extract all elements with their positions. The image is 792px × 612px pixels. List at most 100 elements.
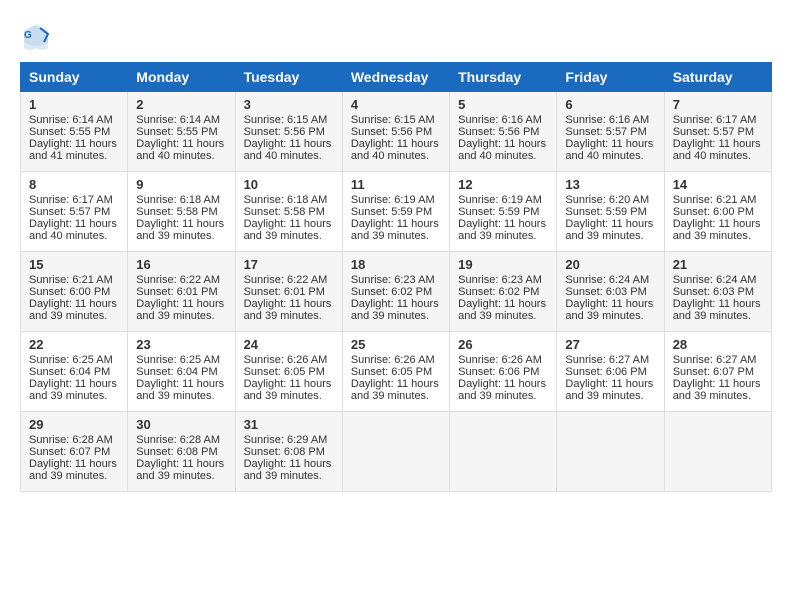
calendar-cell: 3Sunrise: 6:15 AMSunset: 5:56 PMDaylight… bbox=[235, 92, 342, 172]
sunrise: Sunrise: 6:21 AM bbox=[673, 194, 757, 206]
daylight: Daylight: 11 hours and 39 minutes. bbox=[29, 378, 117, 402]
calendar-cell: 4Sunrise: 6:15 AMSunset: 5:56 PMDaylight… bbox=[342, 92, 449, 172]
daylight: Daylight: 11 hours and 39 minutes. bbox=[136, 458, 224, 482]
sunrise: Sunrise: 6:19 AM bbox=[458, 194, 542, 206]
calendar-table: SundayMondayTuesdayWednesdayThursdayFrid… bbox=[20, 62, 772, 492]
calendar-cell: 22Sunrise: 6:25 AMSunset: 6:04 PMDayligh… bbox=[21, 332, 128, 412]
day-number: 19 bbox=[458, 257, 548, 272]
day-number: 17 bbox=[244, 257, 334, 272]
weekday-header: Tuesday bbox=[235, 63, 342, 92]
sunrise: Sunrise: 6:24 AM bbox=[673, 274, 757, 286]
calendar-week-row: 8Sunrise: 6:17 AMSunset: 5:57 PMDaylight… bbox=[21, 172, 772, 252]
sunset: Sunset: 6:06 PM bbox=[565, 366, 646, 378]
calendar-cell: 18Sunrise: 6:23 AMSunset: 6:02 PMDayligh… bbox=[342, 252, 449, 332]
daylight: Daylight: 11 hours and 39 minutes. bbox=[458, 218, 546, 242]
sunrise: Sunrise: 6:26 AM bbox=[351, 354, 435, 366]
calendar-cell: 16Sunrise: 6:22 AMSunset: 6:01 PMDayligh… bbox=[128, 252, 235, 332]
calendar-cell: 23Sunrise: 6:25 AMSunset: 6:04 PMDayligh… bbox=[128, 332, 235, 412]
calendar-week-row: 22Sunrise: 6:25 AMSunset: 6:04 PMDayligh… bbox=[21, 332, 772, 412]
sunset: Sunset: 6:01 PM bbox=[244, 286, 325, 298]
calendar-cell: 30Sunrise: 6:28 AMSunset: 6:08 PMDayligh… bbox=[128, 412, 235, 492]
day-number: 11 bbox=[351, 177, 441, 192]
calendar-cell: 13Sunrise: 6:20 AMSunset: 5:59 PMDayligh… bbox=[557, 172, 664, 252]
day-number: 26 bbox=[458, 337, 548, 352]
sunset: Sunset: 5:57 PM bbox=[29, 206, 110, 218]
day-number: 7 bbox=[673, 97, 763, 112]
sunset: Sunset: 6:08 PM bbox=[244, 446, 325, 458]
sunset: Sunset: 6:06 PM bbox=[458, 366, 539, 378]
page-header: G bbox=[20, 20, 772, 52]
daylight: Daylight: 11 hours and 39 minutes. bbox=[458, 298, 546, 322]
weekday-header-row: SundayMondayTuesdayWednesdayThursdayFrid… bbox=[21, 63, 772, 92]
sunset: Sunset: 6:02 PM bbox=[351, 286, 432, 298]
day-number: 20 bbox=[565, 257, 655, 272]
day-number: 3 bbox=[244, 97, 334, 112]
sunrise: Sunrise: 6:25 AM bbox=[136, 354, 220, 366]
day-number: 22 bbox=[29, 337, 119, 352]
calendar-cell: 6Sunrise: 6:16 AMSunset: 5:57 PMDaylight… bbox=[557, 92, 664, 172]
sunrise: Sunrise: 6:29 AM bbox=[244, 434, 328, 446]
sunrise: Sunrise: 6:14 AM bbox=[29, 114, 113, 126]
calendar-cell: 5Sunrise: 6:16 AMSunset: 5:56 PMDaylight… bbox=[450, 92, 557, 172]
calendar-cell: 11 Sunrise: 6:19 AMSunset: 5:59 PMDayligh… bbox=[342, 172, 449, 252]
sunset: Sunset: 5:59 PM bbox=[458, 206, 539, 218]
day-number: 21 bbox=[673, 257, 763, 272]
calendar-cell: 29Sunrise: 6:28 AMSunset: 6:07 PMDayligh… bbox=[21, 412, 128, 492]
calendar-cell: 20Sunrise: 6:24 AMSunset: 6:03 PMDayligh… bbox=[557, 252, 664, 332]
sunrise: Sunrise: 6:19 AM bbox=[351, 194, 435, 206]
sunrise: Sunrise: 6:18 AM bbox=[136, 194, 220, 206]
daylight: Daylight: 11 hours and 39 minutes. bbox=[244, 458, 332, 482]
day-number: 13 bbox=[565, 177, 655, 192]
daylight: Daylight: 11 hours and 39 minutes. bbox=[565, 378, 653, 402]
day-number: 6 bbox=[565, 97, 655, 112]
sunset: Sunset: 5:58 PM bbox=[244, 206, 325, 218]
daylight: Daylight: 11 hours and 39 minutes. bbox=[351, 218, 439, 242]
sunrise: Sunrise: 6:16 AM bbox=[458, 114, 542, 126]
sunset: Sunset: 5:56 PM bbox=[458, 126, 539, 138]
daylight: Daylight: 11 hours and 39 minutes. bbox=[29, 458, 117, 482]
daylight: Daylight: 11 hours and 39 minutes. bbox=[351, 298, 439, 322]
day-number: 29 bbox=[29, 417, 119, 432]
sunrise: Sunrise: 6:25 AM bbox=[29, 354, 113, 366]
sunset: Sunset: 5:56 PM bbox=[244, 126, 325, 138]
daylight: Daylight: 11 hours and 39 minutes. bbox=[458, 378, 546, 402]
sunrise: Sunrise: 6:28 AM bbox=[136, 434, 220, 446]
sunset: Sunset: 5:57 PM bbox=[565, 126, 646, 138]
calendar-cell: 31Sunrise: 6:29 AMSunset: 6:08 PMDayligh… bbox=[235, 412, 342, 492]
sunrise: Sunrise: 6:26 AM bbox=[458, 354, 542, 366]
sunrise: Sunrise: 6:22 AM bbox=[244, 274, 328, 286]
day-number: 28 bbox=[673, 337, 763, 352]
sunset: Sunset: 5:56 PM bbox=[351, 126, 432, 138]
sunrise: Sunrise: 6:20 AM bbox=[565, 194, 649, 206]
sunrise: Sunrise: 6:21 AM bbox=[29, 274, 113, 286]
daylight: Daylight: 11 hours and 40 minutes. bbox=[565, 138, 653, 162]
daylight: Daylight: 11 hours and 39 minutes. bbox=[136, 378, 224, 402]
daylight: Daylight: 11 hours and 40 minutes. bbox=[351, 138, 439, 162]
calendar-cell bbox=[557, 412, 664, 492]
calendar-cell: 8Sunrise: 6:17 AMSunset: 5:57 PMDaylight… bbox=[21, 172, 128, 252]
logo-icon: G bbox=[20, 20, 52, 52]
day-number: 30 bbox=[136, 417, 226, 432]
daylight: Daylight: 11 hours and 39 minutes. bbox=[136, 218, 224, 242]
daylight: Daylight: 11 hours and 39 minutes. bbox=[673, 298, 761, 322]
weekday-header: Sunday bbox=[21, 63, 128, 92]
day-number: 12 bbox=[458, 177, 548, 192]
sunset: Sunset: 6:07 PM bbox=[673, 366, 754, 378]
sunset: Sunset: 5:59 PM bbox=[351, 206, 432, 218]
weekday-header: Saturday bbox=[664, 63, 771, 92]
day-number: 8 bbox=[29, 177, 119, 192]
calendar-cell: 2Sunrise: 6:14 AMSunset: 5:55 PMDaylight… bbox=[128, 92, 235, 172]
sunrise: Sunrise: 6:28 AM bbox=[29, 434, 113, 446]
daylight: Daylight: 11 hours and 39 minutes. bbox=[244, 298, 332, 322]
sunset: Sunset: 6:03 PM bbox=[565, 286, 646, 298]
day-number: 24 bbox=[244, 337, 334, 352]
calendar-cell bbox=[450, 412, 557, 492]
day-number: 16 bbox=[136, 257, 226, 272]
weekday-header: Friday bbox=[557, 63, 664, 92]
sunset: Sunset: 6:03 PM bbox=[673, 286, 754, 298]
day-number: 27 bbox=[565, 337, 655, 352]
day-number: 10 bbox=[244, 177, 334, 192]
sunrise: Sunrise: 6:22 AM bbox=[136, 274, 220, 286]
weekday-header: Monday bbox=[128, 63, 235, 92]
daylight: Daylight: 11 hours and 39 minutes. bbox=[136, 298, 224, 322]
